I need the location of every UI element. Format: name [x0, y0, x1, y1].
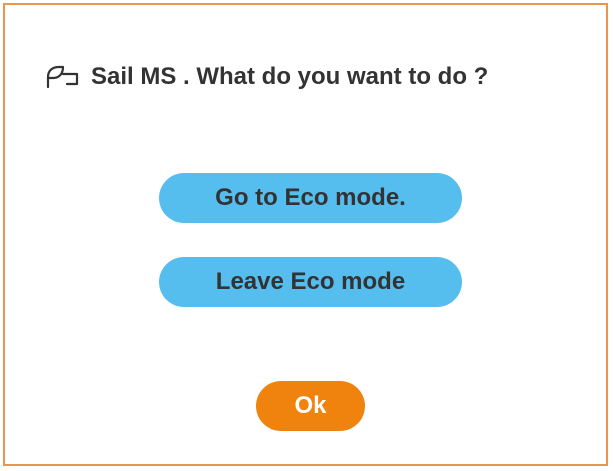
- dialog-header: Sail MS . What do you want to do ?: [45, 59, 488, 95]
- eco-leaf-icon: [45, 63, 83, 91]
- dialog-title: Sail MS . What do you want to do ?: [91, 63, 489, 90]
- leave-eco-mode-button[interactable]: Leave Eco mode: [159, 257, 462, 307]
- ok-button[interactable]: Ok: [256, 381, 365, 431]
- go-to-eco-mode-button[interactable]: Go to Eco mode.: [159, 173, 462, 223]
- eco-mode-dialog: Sail MS . What do you want to do ? Go to…: [3, 3, 608, 466]
